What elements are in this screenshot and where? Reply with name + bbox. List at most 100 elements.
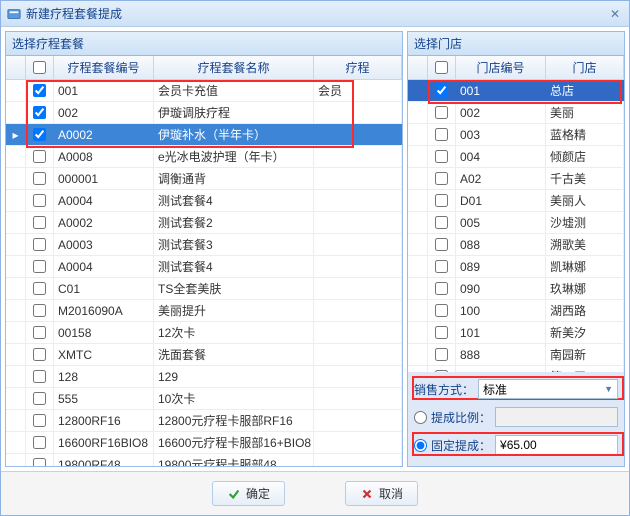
row-expander[interactable] (6, 102, 26, 123)
table-row[interactable]: D01美丽人 (408, 190, 624, 212)
table-row[interactable]: 002美丽 (408, 102, 624, 124)
row-checkbox[interactable] (33, 128, 46, 141)
row-expander[interactable] (408, 322, 428, 343)
table-row[interactable]: 12800RF1612800元疗程卡服部RF16 (6, 410, 402, 432)
row-expander[interactable] (6, 190, 26, 211)
row-expander[interactable] (408, 190, 428, 211)
row-checkbox[interactable] (33, 106, 46, 119)
checkall-col[interactable] (26, 56, 54, 79)
row-expander[interactable] (6, 432, 26, 453)
sale-method-combo[interactable]: 标准 ▼ (478, 379, 618, 399)
store-checkall[interactable] (435, 61, 448, 74)
row-expander[interactable] (6, 366, 26, 387)
table-row[interactable]: 0015812次卡 (6, 322, 402, 344)
row-checkbox[interactable] (33, 282, 46, 295)
row-expander[interactable] (408, 344, 428, 365)
row-checkbox[interactable] (435, 238, 448, 251)
row-expander[interactable] (408, 234, 428, 255)
table-row[interactable]: 003蓝格精 (408, 124, 624, 146)
row-checkbox[interactable] (33, 436, 46, 449)
row-expander[interactable] (6, 234, 26, 255)
row-expander[interactable] (408, 102, 428, 123)
table-row[interactable]: 004倾颜店 (408, 146, 624, 168)
cancel-button[interactable]: 取消 (345, 481, 418, 506)
row-checkbox[interactable] (33, 150, 46, 163)
table-row[interactable]: A0004测试套餐4 (6, 256, 402, 278)
table-row[interactable]: A0004测试套餐4 (6, 190, 402, 212)
row-expander[interactable] (408, 168, 428, 189)
row-checkbox[interactable] (33, 392, 46, 405)
row-expander[interactable] (6, 212, 26, 233)
row-expander[interactable] (6, 322, 26, 343)
row-checkbox[interactable] (435, 172, 448, 185)
table-row[interactable]: XMTC洗面套餐 (6, 344, 402, 366)
package-checkall[interactable] (33, 61, 46, 74)
row-checkbox[interactable] (435, 150, 448, 163)
table-row[interactable]: 002伊璇调肤疗程 (6, 102, 402, 124)
row-checkbox[interactable] (435, 128, 448, 141)
table-row[interactable]: A0003测试套餐3 (6, 234, 402, 256)
table-row[interactable]: 001会员卡充值会员 (6, 80, 402, 102)
row-checkbox[interactable] (33, 414, 46, 427)
row-checkbox[interactable] (33, 84, 46, 97)
ok-button[interactable]: 确定 (212, 481, 285, 506)
table-row[interactable]: 005沙墟测 (408, 212, 624, 234)
row-checkbox[interactable] (435, 348, 448, 361)
table-row[interactable]: 100湖西路 (408, 300, 624, 322)
fixed-input[interactable]: ¥65.00 (495, 435, 618, 455)
row-expander[interactable] (6, 278, 26, 299)
row-checkbox[interactable] (435, 106, 448, 119)
table-row[interactable]: 088溯歌美 (408, 234, 624, 256)
col-store-name[interactable]: 门店 (546, 56, 624, 79)
row-expander[interactable] (408, 256, 428, 277)
table-row[interactable]: A02千古美 (408, 168, 624, 190)
table-row[interactable]: 000001调衡通背 (6, 168, 402, 190)
row-expander[interactable] (6, 146, 26, 167)
row-expander[interactable] (6, 300, 26, 321)
col-package-code[interactable]: 疗程套餐编号 (54, 56, 154, 79)
checkall-col[interactable] (428, 56, 456, 79)
row-expander[interactable] (6, 410, 26, 431)
table-row[interactable]: 090玖琳娜 (408, 278, 624, 300)
row-checkbox[interactable] (435, 260, 448, 273)
row-expander[interactable] (6, 454, 26, 466)
row-expander[interactable] (6, 80, 26, 101)
row-expander[interactable] (6, 168, 26, 189)
row-checkbox[interactable] (435, 326, 448, 339)
table-row[interactable]: ▸A0002伊璇补水（半年卡） (6, 124, 402, 146)
table-row[interactable]: 101新美汐 (408, 322, 624, 344)
row-checkbox[interactable] (33, 216, 46, 229)
row-checkbox[interactable] (435, 84, 448, 97)
row-checkbox[interactable] (435, 216, 448, 229)
fixed-radio[interactable] (414, 439, 427, 452)
row-expander[interactable]: ▸ (6, 124, 26, 145)
row-checkbox[interactable] (33, 326, 46, 339)
row-expander[interactable] (6, 256, 26, 277)
table-row[interactable]: 19800RF4819800元疗程卡服部48 (6, 454, 402, 466)
table-row[interactable]: A0002测试套餐2 (6, 212, 402, 234)
row-expander[interactable] (408, 80, 428, 101)
row-checkbox[interactable] (435, 304, 448, 317)
row-checkbox[interactable] (33, 238, 46, 251)
table-row[interactable]: M2016090A美丽提升 (6, 300, 402, 322)
row-checkbox[interactable] (33, 304, 46, 317)
row-expander[interactable] (6, 344, 26, 365)
ratio-input[interactable] (495, 407, 618, 427)
table-row[interactable]: 128129 (6, 366, 402, 388)
row-checkbox[interactable] (33, 172, 46, 185)
col-package-tag[interactable]: 疗程 (314, 56, 402, 79)
table-row[interactable]: 888南园新 (408, 344, 624, 366)
row-checkbox[interactable] (33, 348, 46, 361)
table-row[interactable]: C01TS全套美肤 (6, 278, 402, 300)
row-checkbox[interactable] (33, 370, 46, 383)
table-row[interactable]: 001总店 (408, 80, 624, 102)
ratio-radio[interactable] (414, 411, 427, 424)
row-expander[interactable] (408, 212, 428, 233)
row-expander[interactable] (6, 388, 26, 409)
table-row[interactable]: 55510次卡 (6, 388, 402, 410)
row-expander[interactable] (408, 278, 428, 299)
close-icon[interactable]: ✕ (607, 6, 623, 22)
row-expander[interactable] (408, 124, 428, 145)
row-checkbox[interactable] (435, 282, 448, 295)
row-checkbox[interactable] (33, 260, 46, 273)
